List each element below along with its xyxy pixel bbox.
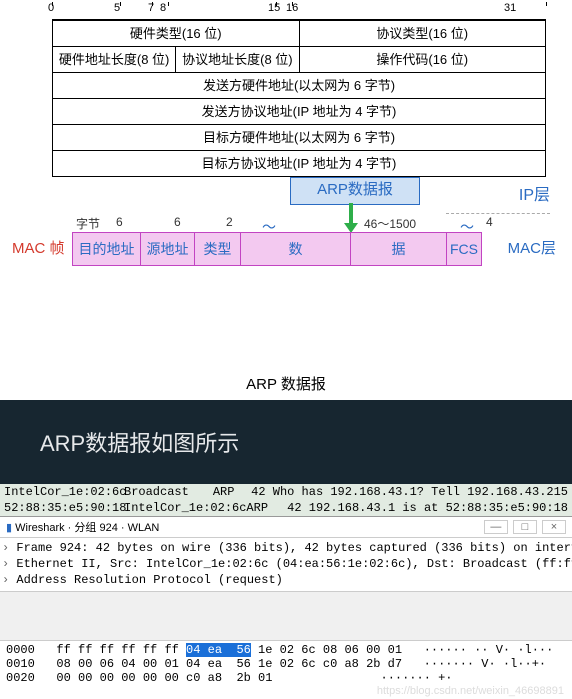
section-banner: ARP数据报如图所示 (0, 400, 572, 484)
arp-datagram-box: ARP数据报 (290, 177, 420, 205)
len-dst: 6 (116, 215, 123, 229)
cell-sender-ip: 发送方协议地址(IP 地址为 4 字节) (53, 99, 546, 125)
layer-separator (446, 213, 550, 214)
len-fcs: 4 (486, 215, 493, 229)
wireshark-icon: ▮ (6, 522, 12, 534)
col-protocol: ARP (246, 501, 287, 515)
packet-list: IntelCor_1e:02:6c Broadcast ARP 42 Who h… (0, 484, 572, 516)
mac-layer-label: MAC层 (508, 237, 556, 258)
close-button[interactable]: × (542, 520, 566, 534)
diagram-caption: ARP 数据报 (8, 273, 564, 400)
col-info: 42 Who has 192.168.43.1? Tell 192.168.43… (251, 485, 568, 499)
packet-row[interactable]: IntelCor_1e:02:6c Broadcast ARP 42 Who h… (0, 484, 572, 500)
col-protocol: ARP (213, 485, 251, 499)
hex-bytes: ff ff ff ff ff ff (56, 643, 186, 657)
len-src: 6 (174, 215, 181, 229)
col-info: 42 192.168.43.1 is at 52:88:35:e5:90:18 (287, 501, 568, 515)
hex-offset: 0010 (6, 657, 35, 671)
cell-data2: 据 (351, 233, 447, 265)
hex-offset: 0020 (6, 671, 35, 685)
len-data: 46～1500 (364, 215, 416, 232)
arp-summary[interactable]: Address Resolution Protocol (request) (2, 572, 570, 588)
col-source: 52:88:35:e5:90:18 (4, 501, 124, 515)
mac-frame-cells: 目的地址 源地址 类型 数 据 FCS (72, 232, 482, 266)
hex-row[interactable]: 0020 00 00 00 00 00 00 c0 a8 2b 01 ·····… (6, 671, 566, 685)
col-source: IntelCor_1e:02:6c (4, 485, 124, 499)
hex-offset: 0000 (6, 643, 35, 657)
hex-row[interactable]: 0000 ff ff ff ff ff ff 04 ea 56 1e 02 6c… (6, 643, 566, 657)
col-dest: Broadcast (124, 485, 213, 499)
arp-header-diagram: 0 5 7 8 15 16 31 硬件类型(16 位) 协议类型(16 位) 硬… (0, 0, 572, 400)
mac-frame-diagram: ARP数据报 IP层 字节 6 6 2 46～1500 4 MAC 帧 MAC层… (8, 177, 564, 273)
hex-bytes: 1e 02 6c 08 06 00 01 (251, 643, 402, 657)
hex-bytes: 00 00 00 00 00 00 c0 a8 2b 01 (56, 671, 272, 685)
packet-details-pane[interactable]: Frame 924: 42 bytes on wire (336 bits), … (0, 538, 572, 591)
cell-proto-len: 协议地址长度(8 位) (176, 47, 299, 73)
wireshark-titlebar[interactable]: ▮ Wireshark · 分组 924 · WLAN — □ × (0, 516, 572, 538)
pane-separator[interactable] (0, 591, 572, 641)
bit-31: 31 (504, 2, 516, 14)
ip-layer-label: IP层 (519, 181, 550, 205)
cell-type: 类型 (195, 233, 241, 265)
cell-hw-len: 硬件地址长度(8 位) (53, 47, 176, 73)
hex-row[interactable]: 0010 08 00 06 04 00 01 04 ea 56 1e 02 6c… (6, 657, 566, 671)
hex-ascii: ······· +· (272, 671, 452, 685)
hex-bytes-highlight: 04 ea 56 (186, 643, 251, 657)
cell-dst: 目的地址 (73, 233, 141, 265)
hex-dump-pane[interactable]: 0000 ff ff ff ff ff ff 04 ea 56 1e 02 6c… (0, 641, 572, 699)
cell-proto-type: 协议类型(16 位) (299, 21, 546, 47)
bit-8: 8 (160, 2, 166, 14)
window-title: Wireshark · 分组 924 · WLAN (15, 522, 159, 534)
cell-target-hw: 目标方硬件地址(以太网为 6 字节) (53, 125, 546, 151)
packet-row[interactable]: 52:88:35:e5:90:18 IntelCor_1e:02:6c ARP … (0, 500, 572, 516)
bit-ruler: 0 5 7 8 15 16 31 (52, 4, 546, 20)
cell-opcode: 操作代码(16 位) (299, 47, 546, 73)
hex-bytes: 08 00 06 04 00 01 04 ea 56 1e 02 6c c0 a… (56, 657, 402, 671)
maximize-button[interactable]: □ (513, 520, 537, 534)
hex-ascii: ······· V· ·l··+· (402, 657, 546, 671)
mac-frame-label: MAC 帧 (12, 237, 65, 258)
len-type: 2 (226, 215, 233, 229)
cell-hw-type: 硬件类型(16 位) (53, 21, 300, 47)
arp-header-table: 硬件类型(16 位) 协议类型(16 位) 硬件地址长度(8 位) 协议地址长度… (52, 20, 546, 177)
watermark-text: https://blog.csdn.net/weixin_46698891 (377, 685, 564, 697)
down-arrow-icon (349, 203, 353, 225)
hex-ascii: ······ ·· V· ·l··· (402, 643, 553, 657)
minimize-button[interactable]: — (484, 520, 508, 534)
cell-sender-hw: 发送方硬件地址(以太网为 6 字节) (53, 73, 546, 99)
col-dest: IntelCor_1e:02:6c (124, 501, 246, 515)
cell-data1: 数 (241, 233, 351, 265)
frame-summary[interactable]: Frame 924: 42 bytes on wire (336 bits), … (2, 540, 570, 556)
cell-fcs: FCS (447, 233, 481, 265)
byte-unit-label: 字节 (76, 215, 100, 232)
bit-15: 15 (268, 2, 280, 14)
ethernet-summary[interactable]: Ethernet II, Src: IntelCor_1e:02:6c (04:… (2, 556, 570, 572)
cell-src: 源地址 (141, 233, 195, 265)
cell-target-ip: 目标方协议地址(IP 地址为 4 字节) (53, 151, 546, 177)
